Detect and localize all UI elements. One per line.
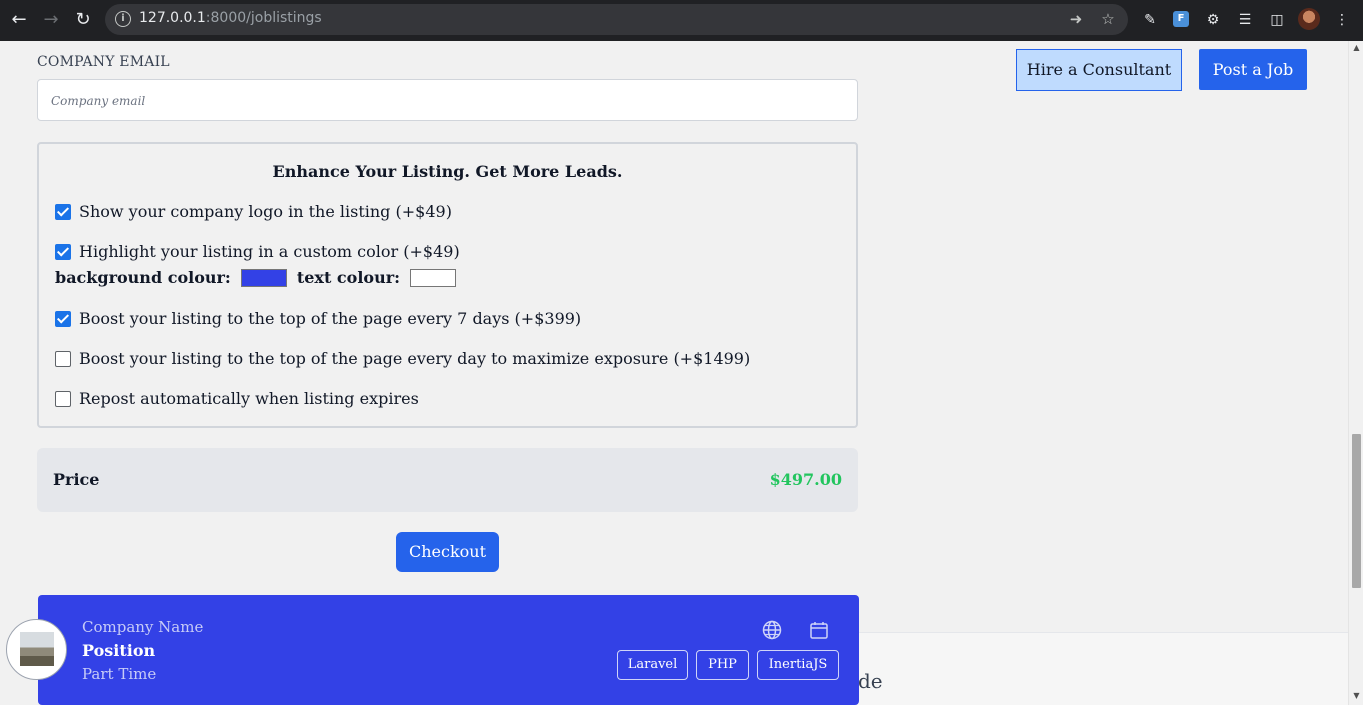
hire-consultant-button[interactable]: Hire a Consultant <box>1016 49 1182 91</box>
checkbox-boost-daily[interactable] <box>55 350 71 367</box>
post-job-button[interactable]: Post a Job <box>1199 49 1307 90</box>
checkbox-boost-weekly[interactable] <box>55 310 71 327</box>
text-colour-picker[interactable] <box>410 268 457 287</box>
option-highlight-label: Highlight your listing in a custom color… <box>79 242 460 261</box>
address-bar[interactable]: i 127.0.0.1:8000/joblistings ➜ ☆ <box>105 4 1128 35</box>
checkout-button[interactable]: Checkout <box>396 532 499 572</box>
price-value: $497.00 <box>769 470 842 489</box>
globe-icon[interactable] <box>762 620 782 640</box>
page-scrollbar[interactable]: ▲ ▼ <box>1348 41 1363 705</box>
enhance-title: Enhance Your Listing. Get More Leads. <box>272 162 623 181</box>
option-logo-label: Show your company logo in the listing (+… <box>79 202 452 221</box>
bg-colour-picker[interactable] <box>240 268 287 287</box>
option-boost-weekly-label: Boost your listing to the top of the pag… <box>79 309 582 328</box>
company-email-input[interactable]: Company email <box>37 79 858 121</box>
side-panel: de <box>858 632 1348 705</box>
checkbox-logo[interactable] <box>55 203 71 220</box>
option-logo[interactable]: Show your company logo in the listing (+… <box>55 202 452 221</box>
option-highlight[interactable]: Highlight your listing in a custom color… <box>55 242 460 261</box>
option-repost-label: Repost automatically when listing expire… <box>79 389 419 408</box>
tag-php[interactable]: PHP <box>696 650 749 680</box>
preview-position: Position <box>82 641 156 660</box>
option-boost-daily[interactable]: Boost your listing to the top of the pag… <box>55 349 750 368</box>
tag-laravel[interactable]: Laravel <box>617 650 688 680</box>
reload-icon[interactable]: ↻ <box>72 9 94 31</box>
calendar-icon[interactable] <box>809 620 829 640</box>
option-boost-daily-label: Boost your listing to the top of the pag… <box>79 349 751 368</box>
extension-ff-icon[interactable]: F <box>1173 11 1189 27</box>
company-logo <box>6 619 67 680</box>
price-label: Price <box>53 470 100 489</box>
extensions-puzzle-icon[interactable]: ⚙ <box>1203 10 1223 30</box>
enhance-listing-panel: Enhance Your Listing. Get More Leads. Sh… <box>37 142 858 428</box>
preview-job-type: Part Time <box>82 665 157 683</box>
side-panel-icon[interactable]: ◫ <box>1267 10 1287 30</box>
price-summary: Price $497.00 <box>37 448 858 512</box>
option-repost[interactable]: Repost automatically when listing expire… <box>55 389 419 408</box>
scroll-down-icon[interactable]: ▼ <box>1352 691 1361 700</box>
side-panel-text: de <box>858 669 883 693</box>
text-colour-label: text colour: <box>296 268 401 287</box>
share-icon[interactable]: ➜ <box>1067 10 1085 28</box>
checkbox-highlight[interactable] <box>55 243 71 260</box>
checkbox-repost[interactable] <box>55 390 71 407</box>
company-logo-image <box>20 632 54 666</box>
bookmark-star-icon[interactable]: ☆ <box>1099 10 1117 28</box>
scrollbar-thumb[interactable] <box>1352 434 1361 588</box>
company-email-label: COMPANY EMAIL <box>37 54 170 70</box>
media-control-icon[interactable]: ☰ <box>1235 10 1255 30</box>
tag-inertiajs[interactable]: InertiaJS <box>757 650 839 680</box>
menu-kebab-icon[interactable]: ⋮ <box>1332 10 1352 30</box>
back-icon[interactable]: ← <box>8 9 30 31</box>
bg-colour-label: background colour: <box>55 268 231 287</box>
url-text: 127.0.0.1:8000/joblistings <box>139 10 322 26</box>
eyedropper-extension-icon[interactable]: ✎ <box>1140 10 1160 30</box>
preview-company-name: Company Name <box>82 618 204 636</box>
profile-avatar[interactable] <box>1298 8 1320 30</box>
scroll-up-icon[interactable]: ▲ <box>1352 43 1361 52</box>
browser-toolbar: ← → ↻ i 127.0.0.1:8000/joblistings ➜ ☆ ✎… <box>0 0 1363 41</box>
colour-pickers: background colour: text colour: <box>55 268 466 287</box>
option-boost-weekly[interactable]: Boost your listing to the top of the pag… <box>55 309 581 328</box>
site-info-icon[interactable]: i <box>115 11 131 27</box>
forward-icon[interactable]: → <box>40 9 62 31</box>
